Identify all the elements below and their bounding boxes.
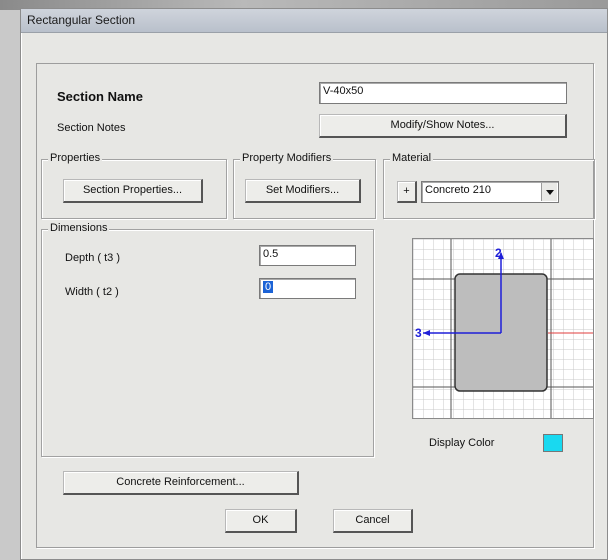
rectangular-section-dialog: Rectangular Section Section Name V-40x50… [20, 8, 608, 560]
display-color-label: Display Color [429, 437, 495, 449]
set-modifiers-button[interactable]: Set Modifiers... [245, 179, 361, 203]
display-color-swatch[interactable] [543, 434, 563, 452]
material-selected-value: Concreto 210 [425, 184, 492, 196]
depth-input[interactable]: 0.5 [259, 245, 356, 266]
concrete-reinforcement-button[interactable]: Concrete Reinforcement... [63, 471, 299, 495]
material-add-button[interactable]: + [397, 181, 417, 203]
section-name-input[interactable]: V-40x50 [319, 82, 567, 104]
dialog-title: Rectangular Section [21, 9, 607, 33]
material-select[interactable]: Concreto 210 [421, 181, 559, 203]
cancel-button[interactable]: Cancel [333, 509, 413, 533]
axis-3-label: 3 [415, 326, 422, 340]
section-notes-label: Section Notes [57, 122, 126, 134]
dimensions-legend: Dimensions [48, 222, 110, 234]
width-label: Width ( t2 ) [65, 286, 119, 298]
modify-show-notes-button[interactable]: Modify/Show Notes... [319, 114, 567, 138]
width-input[interactable]: 0 [259, 278, 356, 299]
section-name-label: Section Name [57, 89, 143, 104]
width-input-selected-text: 0 [263, 281, 274, 293]
section-properties-button[interactable]: Section Properties... [63, 179, 203, 203]
material-legend: Material [390, 152, 434, 164]
chevron-down-icon[interactable] [541, 183, 557, 201]
property-modifiers-legend: Property Modifiers [240, 152, 334, 164]
rectangular-section-diagram: 2 3 [413, 239, 593, 418]
ok-button[interactable]: OK [225, 509, 297, 533]
section-preview: 2 3 [412, 238, 594, 419]
depth-label: Depth ( t3 ) [65, 252, 121, 264]
properties-legend: Properties [48, 152, 103, 164]
axis-2-label: 2 [495, 246, 502, 260]
